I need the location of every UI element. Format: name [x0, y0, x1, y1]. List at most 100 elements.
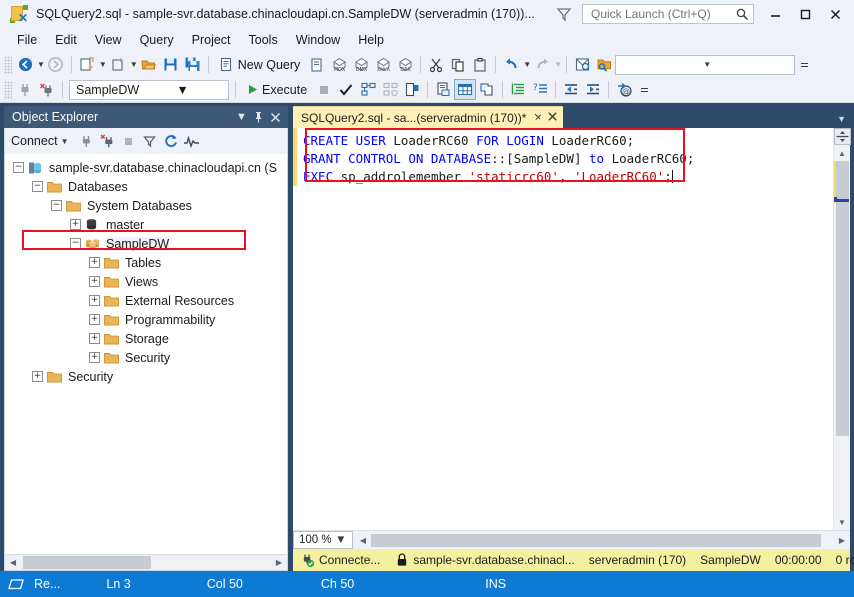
save-all-icon[interactable]: [182, 54, 204, 75]
menu-view[interactable]: View: [86, 30, 131, 50]
new-item-icon[interactable]: [107, 54, 129, 75]
quick-find-icon[interactable]: [593, 54, 615, 75]
quick-launch-input[interactable]: [589, 6, 735, 22]
new-mdx-query-icon[interactable]: MDX: [328, 54, 350, 75]
cut-icon[interactable]: [425, 54, 447, 75]
new-analysis-query-icon[interactable]: [306, 54, 328, 75]
new-query-button[interactable]: New Query: [213, 54, 307, 75]
scroll-left-icon[interactable]: ◀: [355, 536, 371, 545]
increase-indent-icon[interactable]: [582, 79, 604, 100]
new-project-dropdown[interactable]: ▼: [99, 60, 107, 69]
menu-project[interactable]: Project: [183, 30, 240, 50]
connect-dropdown-icon[interactable]: ▼: [61, 137, 69, 146]
editor-hscroll-thumb[interactable]: [371, 533, 821, 547]
expand-icon[interactable]: +: [32, 371, 43, 382]
toolbar-overflow-button-2[interactable]: [637, 87, 651, 93]
editor-tab-active[interactable]: SQLQuery2.sql - sa...(serveradmin (170))…: [293, 106, 564, 128]
collapse-icon[interactable]: −: [32, 181, 43, 192]
new-xmla-query-icon[interactable]: XMLA: [372, 54, 394, 75]
execute-button[interactable]: Execute: [240, 79, 313, 100]
menu-help[interactable]: Help: [349, 30, 393, 50]
menu-tools[interactable]: Tools: [240, 30, 287, 50]
find-combo[interactable]: ▼: [615, 54, 796, 75]
chevron-down-icon[interactable]: ▼: [176, 83, 225, 97]
tree-node-views[interactable]: + Views: [5, 272, 287, 291]
menu-file[interactable]: File: [8, 30, 46, 50]
tree-node-security[interactable]: + Security: [5, 367, 287, 386]
new-project-icon[interactable]: [76, 54, 98, 75]
scroll-right-icon[interactable]: ▶: [834, 536, 850, 545]
display-estimated-plan-icon[interactable]: [357, 79, 379, 100]
uncomment-lines-icon[interactable]: ?: [529, 79, 551, 100]
decrease-indent-icon[interactable]: [560, 79, 582, 100]
tree-node-external-resources[interactable]: + External Resources: [5, 291, 287, 310]
maximize-button[interactable]: [790, 2, 820, 26]
paste-icon[interactable]: [469, 54, 491, 75]
expand-icon[interactable]: +: [89, 295, 100, 306]
pin-icon[interactable]: [532, 111, 543, 125]
scroll-right-icon[interactable]: ▶: [271, 558, 287, 567]
navigate-back-icon[interactable]: [14, 54, 36, 75]
copy-icon[interactable]: [447, 54, 469, 75]
new-dmx-query-icon[interactable]: DMX: [350, 54, 372, 75]
minimize-button[interactable]: [760, 2, 790, 26]
tree-node-master[interactable]: + master: [5, 215, 287, 234]
expand-icon[interactable]: +: [89, 257, 100, 268]
quick-launch-box[interactable]: [582, 4, 754, 24]
scroll-up-icon[interactable]: ▲: [834, 145, 851, 161]
tree-node-storage[interactable]: + Storage: [5, 329, 287, 348]
expand-icon[interactable]: +: [89, 314, 100, 325]
tree-node-security[interactable]: + Security: [5, 348, 287, 367]
hscroll-thumb[interactable]: [23, 556, 151, 569]
new-dax-query-icon[interactable]: DAX: [394, 54, 416, 75]
tree-node-sample-svr-database-chinacloudapi-cn-s[interactable]: − sample-svr.database.chinacloudapi.cn (S: [5, 158, 287, 177]
disconnect-icon[interactable]: [36, 79, 58, 100]
undo-dropdown[interactable]: ▼: [523, 60, 531, 69]
tab-list-dropdown-icon[interactable]: ▼: [837, 114, 846, 124]
disconnect-icon[interactable]: [97, 131, 118, 151]
tree-node-databases[interactable]: − Databases: [5, 177, 287, 196]
results-to-text-icon[interactable]: [432, 79, 454, 100]
code-editor[interactable]: CREATE USER LoaderRC60 FOR LOGIN LoaderR…: [293, 128, 851, 530]
results-to-file-icon[interactable]: [476, 79, 498, 100]
refresh-icon[interactable]: [160, 131, 181, 151]
vscroll-thumb[interactable]: [835, 161, 849, 436]
save-icon[interactable]: [160, 54, 182, 75]
toolbar-grip-2[interactable]: [4, 80, 12, 99]
tree-node-programmability[interactable]: + Programmability: [5, 310, 287, 329]
open-file-icon[interactable]: [138, 54, 160, 75]
menu-query[interactable]: Query: [131, 30, 183, 50]
filter-icon[interactable]: [139, 131, 160, 151]
tree-node-tables[interactable]: + Tables: [5, 253, 287, 272]
close-icon[interactable]: [547, 111, 558, 125]
new-item-dropdown[interactable]: ▼: [130, 60, 138, 69]
undo-icon[interactable]: [500, 54, 522, 75]
expand-icon[interactable]: +: [70, 219, 81, 230]
expand-icon[interactable]: +: [89, 333, 100, 344]
object-explorer-tree[interactable]: − sample-svr.database.chinacloudapi.cn (S…: [4, 154, 288, 554]
collapse-icon[interactable]: −: [70, 238, 81, 249]
tree-node-system-databases[interactable]: − System Databases: [5, 196, 287, 215]
activity-monitor-icon[interactable]: [181, 131, 202, 151]
code-text[interactable]: CREATE USER LoaderRC60 FOR LOGIN LoaderR…: [297, 128, 833, 530]
toolbar-grip[interactable]: [4, 55, 12, 74]
comment-lines-icon[interactable]: [507, 79, 529, 100]
find-replace-icon[interactable]: [571, 54, 593, 75]
include-client-statistics-icon[interactable]: [401, 79, 423, 100]
parse-icon[interactable]: [335, 79, 357, 100]
pin-icon[interactable]: [250, 108, 267, 126]
scroll-left-icon[interactable]: ◀: [5, 558, 21, 567]
navigate-back-dropdown[interactable]: ▼: [37, 60, 45, 69]
expand-icon[interactable]: +: [89, 276, 100, 287]
editor-vscrollbar[interactable]: ▲ ▼: [833, 128, 851, 530]
editor-hscroll-track[interactable]: [371, 533, 834, 547]
database-combo[interactable]: SampleDW ▼: [69, 79, 229, 100]
hscroll-track[interactable]: [21, 556, 271, 569]
results-to-grid-icon[interactable]: [454, 79, 477, 100]
tree-node-sampledw[interactable]: − SampleDW: [5, 234, 287, 253]
chevron-down-icon[interactable]: ▼: [703, 60, 791, 69]
close-button[interactable]: [820, 2, 850, 26]
collapse-icon[interactable]: −: [51, 200, 62, 211]
split-editor-button[interactable]: [833, 128, 851, 145]
chevron-down-icon[interactable]: ▼: [335, 534, 349, 546]
